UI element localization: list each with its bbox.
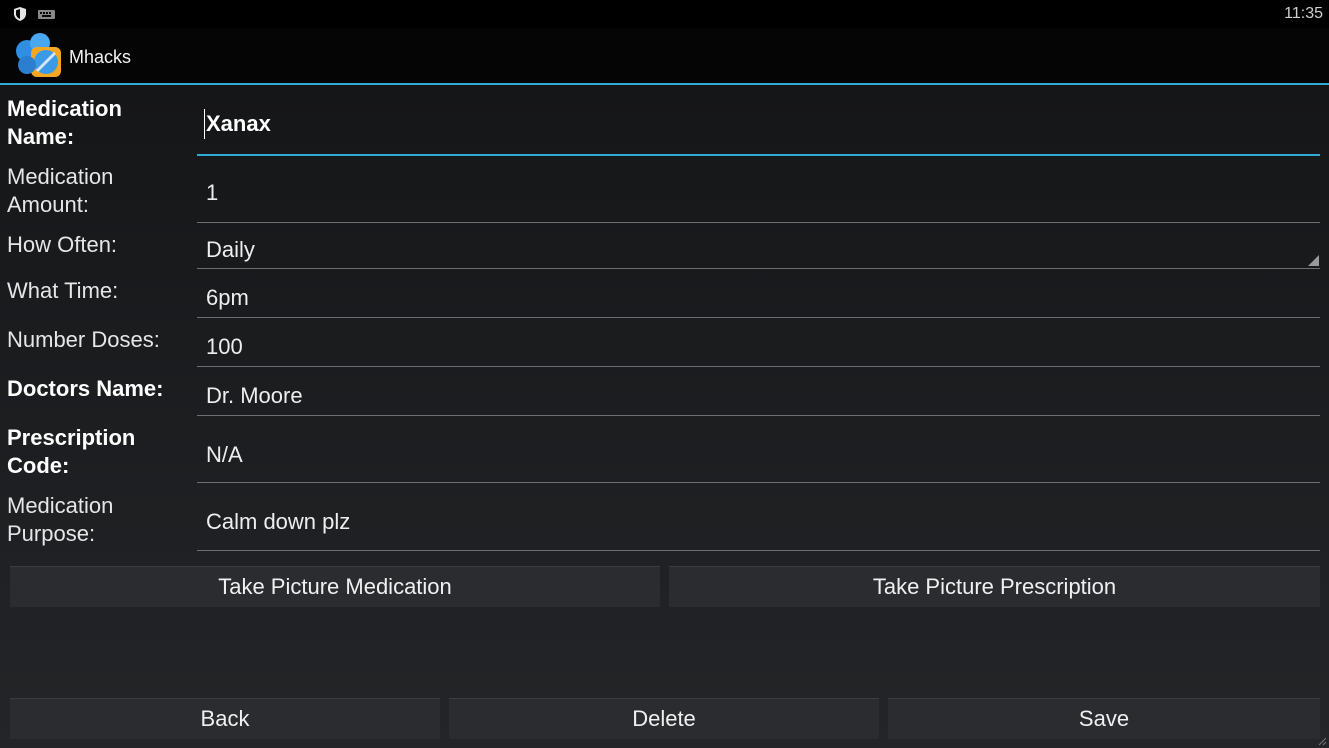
save-button[interactable]: Save: [888, 698, 1320, 739]
how-often-spinner[interactable]: Daily: [197, 231, 1320, 269]
prescription-code-value: N/A: [206, 442, 243, 467]
action-bar: Mhacks: [0, 28, 1329, 85]
medication-form: Medication Name: Xanax Medication Amount…: [0, 85, 1329, 748]
how-often-label: How Often:: [7, 232, 118, 257]
medication-name-label: Medication Name:: [7, 96, 122, 149]
medication-purpose-label: Medication Purpose:: [7, 493, 114, 546]
what-time-value: 6pm: [206, 285, 249, 310]
medication-name-input[interactable]: Xanax: [197, 103, 1320, 156]
what-time-input[interactable]: 6pm: [197, 273, 1320, 318]
medication-amount-value: 1: [206, 180, 219, 205]
number-doses-input[interactable]: 100: [197, 322, 1320, 367]
clock: 11:35: [1284, 5, 1323, 22]
doctors-name-input[interactable]: Dr. Moore: [197, 371, 1320, 416]
keyboard-icon: [38, 10, 55, 19]
pill-icon[interactable]: [13, 31, 63, 81]
how-often-value: Daily: [206, 237, 255, 262]
what-time-label: What Time:: [7, 278, 119, 303]
text-cursor: [204, 109, 205, 139]
doctors-name-label: Doctors Name:: [7, 376, 164, 401]
spinner-arrow-icon: [1308, 255, 1319, 266]
delete-button[interactable]: Delete: [449, 698, 879, 739]
doctors-name-value: Dr. Moore: [206, 383, 303, 408]
prescription-code-input[interactable]: N/A: [197, 420, 1320, 483]
medication-purpose-value: Calm down plz: [206, 509, 351, 534]
status-bar: 11:35: [0, 0, 1329, 28]
app-title: Mhacks: [69, 47, 132, 67]
medication-amount-input[interactable]: 1: [197, 165, 1320, 223]
number-doses-value: 100: [206, 334, 243, 359]
take-picture-medication-button[interactable]: Take Picture Medication: [10, 566, 660, 607]
prescription-code-label: Prescription Code:: [7, 425, 136, 478]
medication-amount-label: Medication Amount:: [7, 164, 114, 217]
medication-name-value: Xanax: [206, 111, 271, 136]
shield-icon: [14, 7, 26, 21]
number-doses-label: Number Doses:: [7, 327, 160, 352]
resize-grip-icon: [1318, 737, 1327, 746]
back-button[interactable]: Back: [10, 698, 440, 739]
take-picture-prescription-button[interactable]: Take Picture Prescription: [669, 566, 1320, 607]
medication-purpose-input[interactable]: Calm down plz: [197, 487, 1320, 551]
